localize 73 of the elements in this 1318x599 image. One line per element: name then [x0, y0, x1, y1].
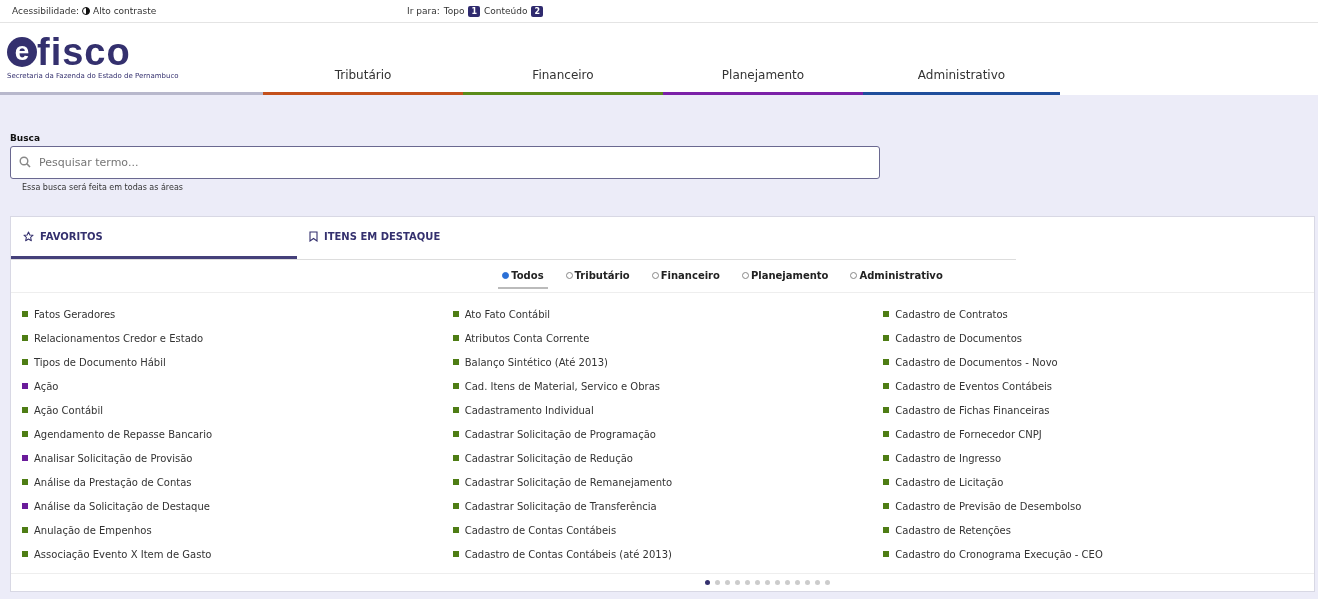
favorite-link[interactable]: Tipos de Documento Hábil — [34, 356, 166, 368]
favorite-link[interactable]: Ação — [34, 380, 59, 392]
favorite-link[interactable]: Balanço Sintético (Até 2013) — [464, 356, 608, 368]
tab[interactable]: FAVORITOS — [11, 217, 297, 259]
page-dot[interactable] — [735, 580, 740, 585]
page-dot[interactable] — [765, 580, 770, 585]
favorite-link[interactable]: Atributos Conta Corrente — [464, 332, 590, 344]
favorite-link[interactable]: Cadastro de Documentos - Novo — [895, 356, 1058, 368]
favorite-link[interactable]: Análise da Solicitação de Destaque — [34, 500, 210, 512]
star-icon — [23, 231, 34, 242]
favorite-link[interactable]: Cadastro de Eventos Contábeis — [895, 380, 1053, 392]
nav-tab[interactable]: Administrativo — [863, 23, 1060, 95]
shortcut-key: 1 — [468, 5, 480, 17]
bookmark-icon — [309, 231, 318, 242]
page-dot[interactable] — [705, 580, 710, 585]
favorite-link[interactable]: Cadastro de Contas Contábeis — [464, 524, 617, 536]
filter-radio[interactable]: Administrativo — [846, 263, 947, 289]
search-field[interactable]: Pesquisar termo... — [10, 146, 880, 179]
favorite-link[interactable]: Cadastro de Retenções — [895, 524, 1011, 536]
logo-name: fisco — [37, 37, 131, 67]
accessibility-label: Acessibilidade: — [12, 6, 80, 16]
favorite-link[interactable]: Cadastro de Ingresso — [895, 452, 1002, 464]
favorite-link[interactable]: Cadastrar Solicitação de Redução — [464, 452, 633, 464]
nav-tab[interactable]: Tributário — [263, 23, 463, 95]
page-dot[interactable] — [815, 580, 820, 585]
favorite-link[interactable]: Cadastrar Solicitação de Remanejamento — [464, 476, 673, 488]
page-dot[interactable] — [825, 580, 830, 585]
favorite-link[interactable]: Cadastro de Contratos — [895, 308, 1008, 320]
favorite-link[interactable]: Ação Contábil — [34, 404, 103, 416]
shortcut-key: 2 — [531, 5, 544, 17]
favorite-link[interactable]: Ato Fato Contábil — [464, 308, 551, 320]
favorite-link[interactable]: Analisar Solicitação de Provisão — [34, 452, 193, 464]
shortcut-link[interactable]: Topo — [443, 6, 465, 16]
favorite-link[interactable]: Cadastro de Licitação — [895, 476, 1004, 488]
favorite-link[interactable]: Cadastro de Previsão de Desembolso — [895, 500, 1082, 512]
shortcut-link[interactable]: Conteúdo — [484, 6, 528, 16]
page-dot[interactable] — [805, 580, 810, 585]
favorite-link[interactable]: Anulação de Empenhos — [34, 524, 152, 536]
search-label: Busca — [10, 133, 42, 143]
favorite-link[interactable]: Fatos Geradores — [34, 308, 116, 320]
page-dot[interactable] — [745, 580, 750, 585]
page-dot[interactable] — [775, 580, 780, 585]
page-dot[interactable] — [755, 580, 760, 585]
favorite-link[interactable]: Cadastro de Fornecedor CNPJ — [895, 428, 1042, 440]
goto-label: Ir para: — [407, 6, 440, 16]
filter-radio[interactable]: Tributário — [561, 263, 634, 289]
favorite-link[interactable]: Relacionamentos Credor e Estado — [34, 332, 204, 344]
high-contrast-link[interactable]: Alto contraste — [93, 6, 157, 16]
filter-radio[interactable]: Planejamento — [737, 263, 833, 289]
nav-tab[interactable]: Financeiro — [463, 23, 663, 95]
favorite-link[interactable]: Cad. Itens de Material, Servico e Obras — [464, 380, 660, 392]
search-hint: Essa busca será feita em todas as áreas — [22, 183, 184, 192]
search-icon — [19, 156, 31, 168]
filter-radio[interactable]: Todos — [498, 263, 548, 289]
filter-radio[interactable]: Financeiro — [647, 263, 724, 289]
logo-mark: e — [7, 37, 37, 67]
favorite-link[interactable]: Agendamento de Repasse Bancario — [34, 428, 213, 440]
favorite-link[interactable]: Associação Evento X Item de Gasto — [34, 548, 212, 560]
favorite-link[interactable]: Cadastro de Fichas Financeiras — [895, 404, 1050, 416]
contrast-icon — [82, 7, 91, 15]
favorite-link[interactable]: Cadastrar Solicitação de Programação — [464, 428, 656, 440]
favorite-link[interactable]: Cadastramento Individual — [464, 404, 594, 416]
favorite-link[interactable]: Cadastro de Contas Contábeis (até 2013) — [464, 548, 672, 560]
favorite-link[interactable]: Análise da Prestação de Contas — [34, 476, 192, 488]
page-dot[interactable] — [785, 580, 790, 585]
favorite-link[interactable]: Cadastrar Solicitação de Transferência — [464, 500, 657, 512]
favorite-link[interactable]: Cadastro de Documentos — [895, 332, 1023, 344]
page-dot[interactable] — [795, 580, 800, 585]
favorite-link[interactable]: Cadastro do Cronograma Execução - CEO — [895, 548, 1103, 560]
tab[interactable]: ITENS EM DESTAQUE — [297, 217, 583, 259]
nav-tab[interactable]: Planejamento — [663, 23, 863, 95]
page-dot[interactable] — [725, 580, 730, 585]
page-dot[interactable] — [715, 580, 720, 585]
